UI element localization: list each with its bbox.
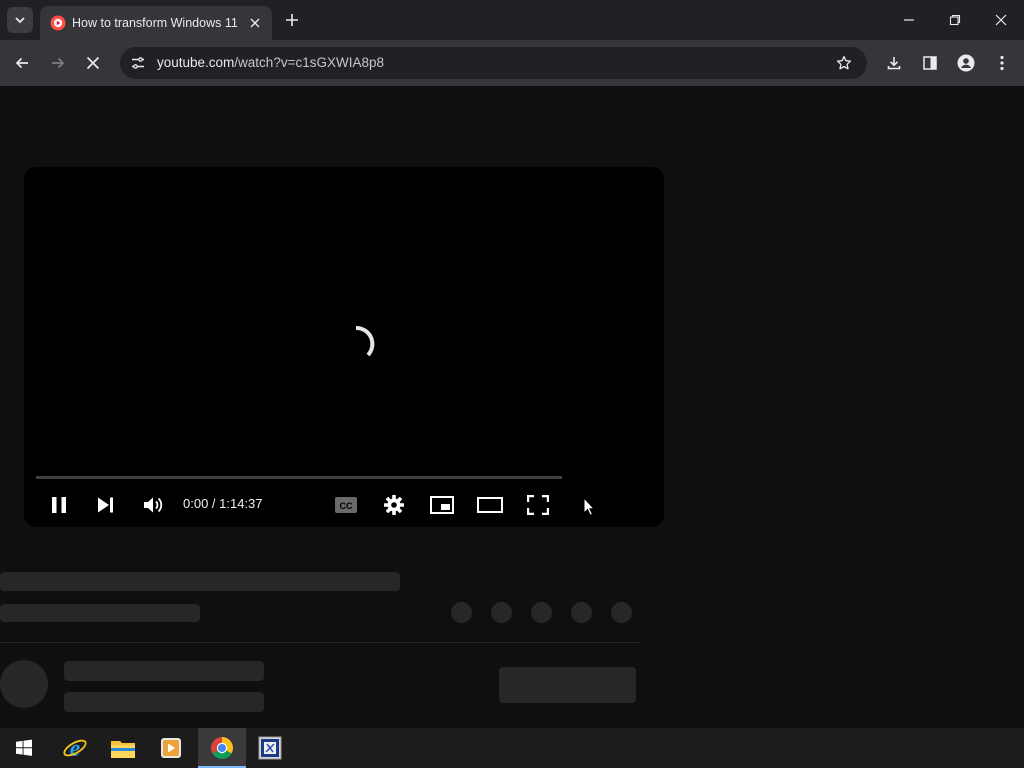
plus-icon: [286, 14, 298, 26]
mute-button[interactable]: [138, 490, 168, 520]
arrow-left-icon: [15, 57, 28, 69]
tab-close-button[interactable]: [246, 14, 264, 32]
url-path: /watch?v=c1sGXWIA8p8: [234, 55, 384, 70]
action-placeholder: [571, 602, 592, 623]
gear-icon: [384, 495, 404, 515]
close-window-button[interactable]: [989, 8, 1013, 32]
bookmark-button[interactable]: [834, 53, 854, 73]
youtube-watch-page: 0:00 / 1:14:37 CC: [0, 86, 1024, 728]
media-player-icon: [161, 738, 181, 758]
forward-button[interactable]: [46, 51, 70, 75]
url-host: youtube.com: [157, 55, 235, 70]
divider: [0, 642, 640, 643]
youtube-shorts-icon: [50, 15, 66, 31]
windows-start-icon: [16, 739, 32, 756]
minimize-button[interactable]: [897, 8, 921, 32]
next-video-button[interactable]: [91, 490, 121, 520]
profile-button[interactable]: [954, 51, 978, 75]
miniplayer-icon: [430, 496, 454, 514]
browser-toolbar: youtube.com/watch?v=c1sGXWIA8p8: [0, 40, 1024, 86]
channel-name-placeholder: [64, 661, 264, 681]
theater-mode-button[interactable]: [475, 490, 505, 520]
close-icon: [250, 18, 260, 28]
settings-button[interactable]: [379, 490, 409, 520]
stop-loading-icon: [86, 56, 100, 70]
action-placeholder: [491, 602, 512, 623]
window-manager-icon: [258, 736, 282, 760]
tab-title: How to transform Windows 11: [72, 16, 238, 30]
fullscreen-icon: [527, 495, 549, 515]
profile-icon: [957, 54, 975, 72]
kebab-menu-icon: [1000, 55, 1004, 71]
active-tab[interactable]: How to transform Windows 11: [40, 6, 272, 40]
channel-avatar-placeholder: [0, 660, 48, 708]
loading-spinner: [330, 311, 394, 375]
title-placeholder: [0, 572, 400, 591]
new-tab-button[interactable]: [282, 10, 302, 30]
taskbar-file-explorer[interactable]: [99, 728, 147, 768]
fullscreen-button[interactable]: [523, 490, 553, 520]
taskbar-internet-explorer[interactable]: e: [51, 728, 99, 768]
time-display: 0:00 / 1:14:37: [183, 496, 263, 511]
tune-icon: [132, 57, 144, 69]
back-button[interactable]: [10, 51, 34, 75]
pause-button[interactable]: [44, 490, 74, 520]
skip-next-icon: [98, 497, 113, 513]
meta-placeholder: [0, 604, 200, 622]
closed-captions-icon: CC: [335, 497, 357, 513]
svg-text:CC: CC: [340, 501, 353, 511]
restore-button[interactable]: [943, 8, 967, 32]
chrome-icon: [211, 737, 233, 759]
taskbar-chrome[interactable]: [198, 728, 246, 768]
close-icon: [995, 14, 1007, 26]
subscribe-placeholder: [499, 667, 636, 703]
volume-icon: [144, 497, 163, 513]
arrow-right-icon: [52, 57, 65, 69]
chevron-down-icon: [15, 17, 25, 24]
url-text: youtube.com/watch?v=c1sGXWIA8p8: [157, 54, 384, 72]
subtitles-button[interactable]: CC: [331, 490, 361, 520]
internet-explorer-icon: e: [63, 736, 87, 761]
chrome-menu-button[interactable]: [990, 51, 1014, 75]
taskbar-window-app[interactable]: [246, 728, 294, 768]
mouse-cursor-icon: [583, 497, 595, 516]
pause-icon: [52, 497, 66, 513]
taskbar-media-player[interactable]: [147, 728, 195, 768]
tab-search-button[interactable]: [7, 7, 33, 33]
site-info-button[interactable]: [128, 53, 148, 73]
stop-loading-button[interactable]: [81, 51, 105, 75]
start-button[interactable]: [0, 728, 48, 768]
file-explorer-icon: [111, 741, 135, 758]
restore-icon: [949, 14, 961, 26]
browser-tab-bar: How to transform Windows 11: [0, 0, 1024, 40]
theater-mode-icon: [477, 497, 503, 513]
svg-text:e: e: [70, 736, 81, 761]
side-panel-button[interactable]: [918, 51, 942, 75]
channel-subs-placeholder: [64, 692, 264, 712]
minimize-icon: [904, 19, 914, 21]
miniplayer-button[interactable]: [427, 490, 457, 520]
download-icon: [887, 57, 901, 70]
side-panel-icon: [923, 56, 937, 70]
progress-bar[interactable]: [36, 476, 562, 479]
windows-taskbar: e: [0, 728, 1024, 768]
action-placeholder: [611, 602, 632, 623]
action-placeholder: [531, 602, 552, 623]
action-placeholder: [451, 602, 472, 623]
video-player[interactable]: 0:00 / 1:14:37 CC: [24, 167, 664, 527]
star-icon: [836, 55, 852, 70]
downloads-button[interactable]: [882, 51, 906, 75]
address-bar[interactable]: youtube.com/watch?v=c1sGXWIA8p8: [120, 47, 867, 79]
